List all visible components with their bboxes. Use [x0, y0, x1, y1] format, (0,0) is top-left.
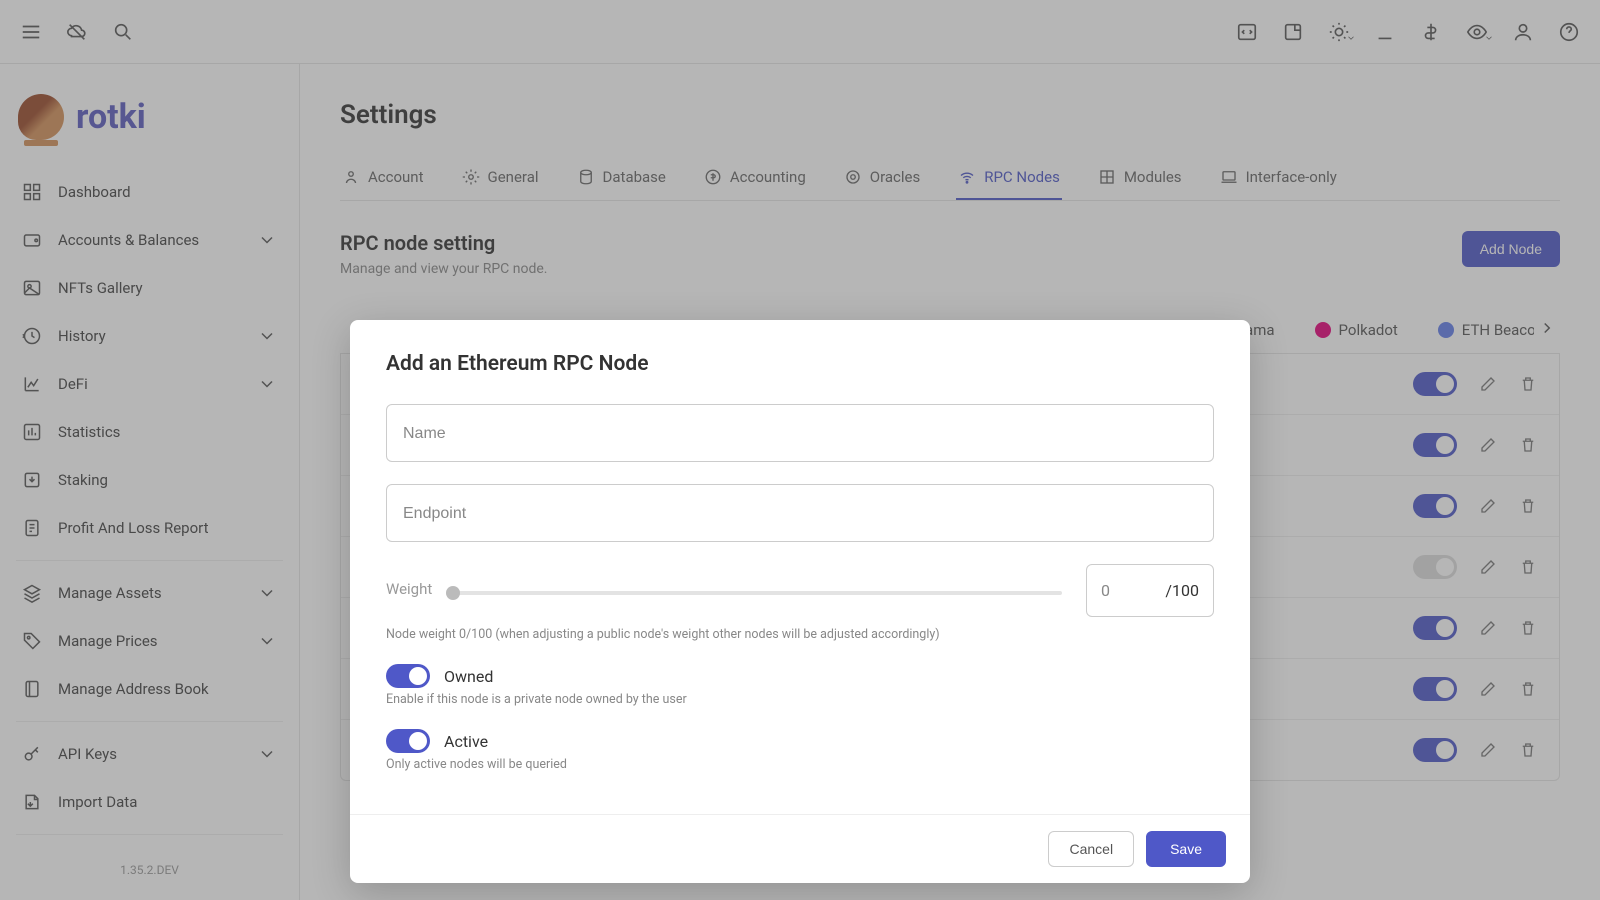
weight-value-input[interactable]: 0 /100 — [1086, 564, 1214, 617]
active-toggle[interactable] — [386, 729, 430, 753]
owned-hint: Enable if this node is a private node ow… — [386, 692, 1214, 707]
weight-label: Weight — [386, 580, 432, 598]
weight-hint: Node weight 0/100 (when adjusting a publ… — [386, 627, 1214, 642]
weight-slider[interactable] — [446, 591, 1062, 595]
add-rpc-node-modal: Add an Ethereum RPC Node Weight 0 /100 — [350, 320, 1250, 883]
owned-toggle[interactable] — [386, 664, 430, 688]
name-field-wrap[interactable] — [386, 404, 1214, 462]
active-hint: Only active nodes will be queried — [386, 757, 1214, 772]
save-button[interactable]: Save — [1146, 831, 1226, 867]
cancel-button[interactable]: Cancel — [1048, 831, 1134, 867]
name-input[interactable] — [403, 425, 1197, 443]
slider-thumb[interactable] — [446, 586, 460, 600]
modal-footer: Cancel Save — [350, 814, 1250, 883]
modal-overlay[interactable]: Add an Ethereum RPC Node Weight 0 /100 — [0, 0, 1600, 900]
active-label: Active — [444, 732, 488, 751]
endpoint-field-wrap[interactable] — [386, 484, 1214, 542]
owned-label: Owned — [444, 667, 493, 686]
endpoint-input[interactable] — [403, 505, 1197, 523]
modal-title: Add an Ethereum RPC Node — [386, 352, 1214, 376]
